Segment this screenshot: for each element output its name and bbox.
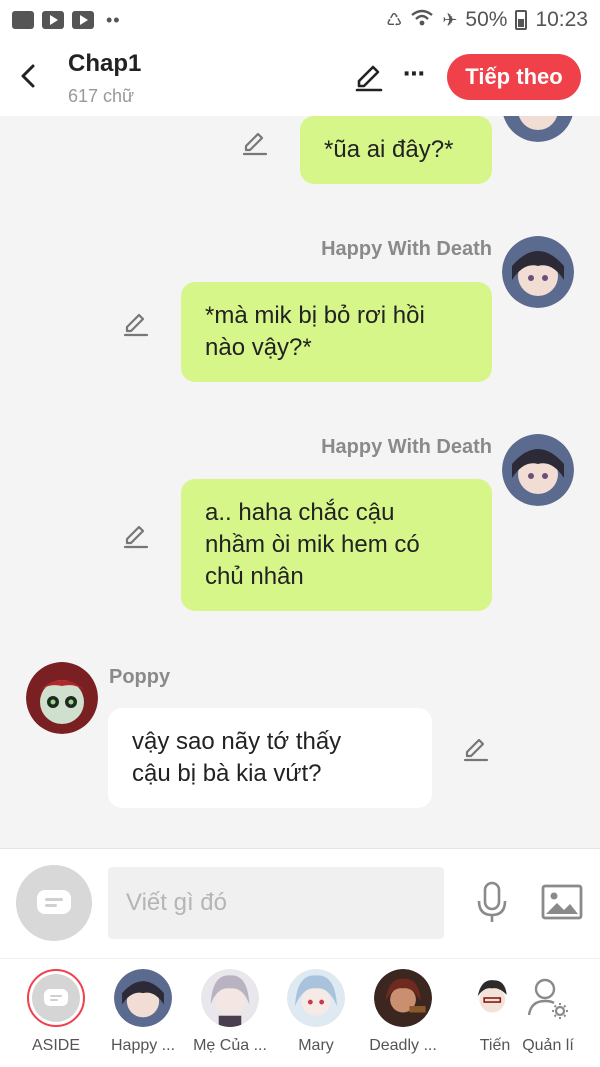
sender-name: Happy With Death <box>321 238 492 260</box>
battery-icon <box>515 10 528 30</box>
message-text: nào vậy?* <box>205 334 312 361</box>
status-bar: •• ♺ ✈ 50% 10:23 <box>0 0 600 40</box>
avatar-happy-with-death[interactable] <box>502 434 574 506</box>
voice-input-button[interactable] <box>474 881 510 925</box>
microphone-icon <box>477 881 507 922</box>
youtube-icon <box>72 11 94 29</box>
message-text: cậu bị bà kia vứt? <box>132 760 322 787</box>
message-composer <box>0 848 600 958</box>
clock: 10:23 <box>535 8 588 31</box>
character-label: Mẹ Của ... <box>193 1037 267 1054</box>
more-options-button[interactable]: ⋯ <box>398 60 430 92</box>
character-bar: ASIDE Happy ... Mẹ Của ... Mary Deadly .… <box>0 958 600 1067</box>
sender-name: Happy With Death <box>321 436 492 458</box>
avatar <box>374 969 432 1027</box>
chat-bubble-icon <box>37 890 71 914</box>
youtube-icon <box>42 11 64 29</box>
avatar-poppy[interactable] <box>26 662 98 734</box>
character-deadly[interactable]: Deadly ... <box>359 969 447 1055</box>
chapter-header: Chap1 617 chữ ⋯ Tiếp theo <box>0 40 600 116</box>
chat-area[interactable]: *ũa ai đây?* Happy With Death *mà mik bị… <box>0 116 600 848</box>
edit-message-button[interactable] <box>122 310 150 338</box>
pencil-icon <box>123 313 149 337</box>
character-label: Mary <box>298 1037 334 1054</box>
image-icon <box>541 884 583 920</box>
message-text: a.. haha chắc cậu <box>205 499 395 526</box>
chevron-left-icon <box>21 64 35 88</box>
character-aside[interactable]: ASIDE <box>12 969 100 1055</box>
character-mary[interactable]: Mary <box>272 969 360 1055</box>
pencil-icon <box>242 132 268 156</box>
insert-image-button[interactable] <box>540 883 584 923</box>
avatar-happy-with-death[interactable] <box>502 236 574 308</box>
message-bubble[interactable]: vậy sao nãy tớ thấy cậu bị bà kia vứt? <box>108 708 432 808</box>
message-bubble[interactable]: *mà mik bị bỏ rơi hồi nào vậy?* <box>181 282 492 382</box>
chapter-title: Chap1 <box>68 50 142 77</box>
character-label: Quản lí <box>522 1037 574 1054</box>
character-label: Happy ... <box>110 1037 176 1054</box>
gallery-icon <box>12 11 34 29</box>
character-me-cua[interactable]: Mẹ Của ... <box>186 969 274 1055</box>
manage-icon <box>519 969 577 1027</box>
edit-message-button[interactable] <box>241 129 269 157</box>
back-button[interactable] <box>12 60 44 92</box>
message-text: chủ nhân <box>205 563 304 590</box>
character-label: ASIDE <box>31 1037 80 1054</box>
pencil-icon <box>355 65 383 92</box>
character-happy-with-death[interactable]: Happy ... <box>99 969 187 1055</box>
recycle-icon: ♺ <box>386 9 403 30</box>
next-chapter-button[interactable]: Tiếp theo <box>447 54 581 100</box>
more-notifications-icon: •• <box>106 9 121 30</box>
edit-message-button[interactable] <box>122 522 150 550</box>
avatar <box>287 969 345 1027</box>
character-label: Deadly ... <box>369 1037 437 1054</box>
avatar <box>201 969 259 1027</box>
wifi-icon <box>410 8 434 33</box>
pencil-icon <box>463 738 489 762</box>
message-input[interactable] <box>108 867 444 939</box>
aside-toggle-button[interactable] <box>16 865 92 941</box>
battery-percent: 50% <box>465 8 508 31</box>
message-text: *ũa ai đây?* <box>324 136 454 163</box>
sender-name: Poppy <box>109 666 171 688</box>
pencil-icon <box>123 525 149 549</box>
chat-bubble-icon <box>44 989 68 1006</box>
message-text: vậy sao nãy tớ thấy <box>132 728 342 755</box>
message-text: *mà mik bị bỏ rơi hồi <box>205 302 425 329</box>
message-bubble[interactable]: a.. haha chắc cậu nhầm òi mik hem có chủ… <box>181 479 492 611</box>
message-text: nhầm òi mik hem có <box>205 531 420 558</box>
manage-characters-button[interactable]: Quản lí <box>504 969 592 1055</box>
edit-message-button[interactable] <box>462 735 490 763</box>
message-bubble[interactable]: *ũa ai đây?* <box>300 116 492 184</box>
avatar-happy-with-death[interactable] <box>502 116 574 142</box>
word-count: 617 chữ <box>68 86 135 106</box>
user-settings-icon <box>527 978 568 1019</box>
ellipsis-icon: ⋯ <box>403 61 425 86</box>
edit-chapter-button[interactable] <box>353 62 385 94</box>
aside-avatar <box>27 969 85 1027</box>
avatar <box>114 969 172 1027</box>
notification-icons: •• <box>12 10 121 31</box>
airplane-mode-icon: ✈ <box>442 9 458 30</box>
